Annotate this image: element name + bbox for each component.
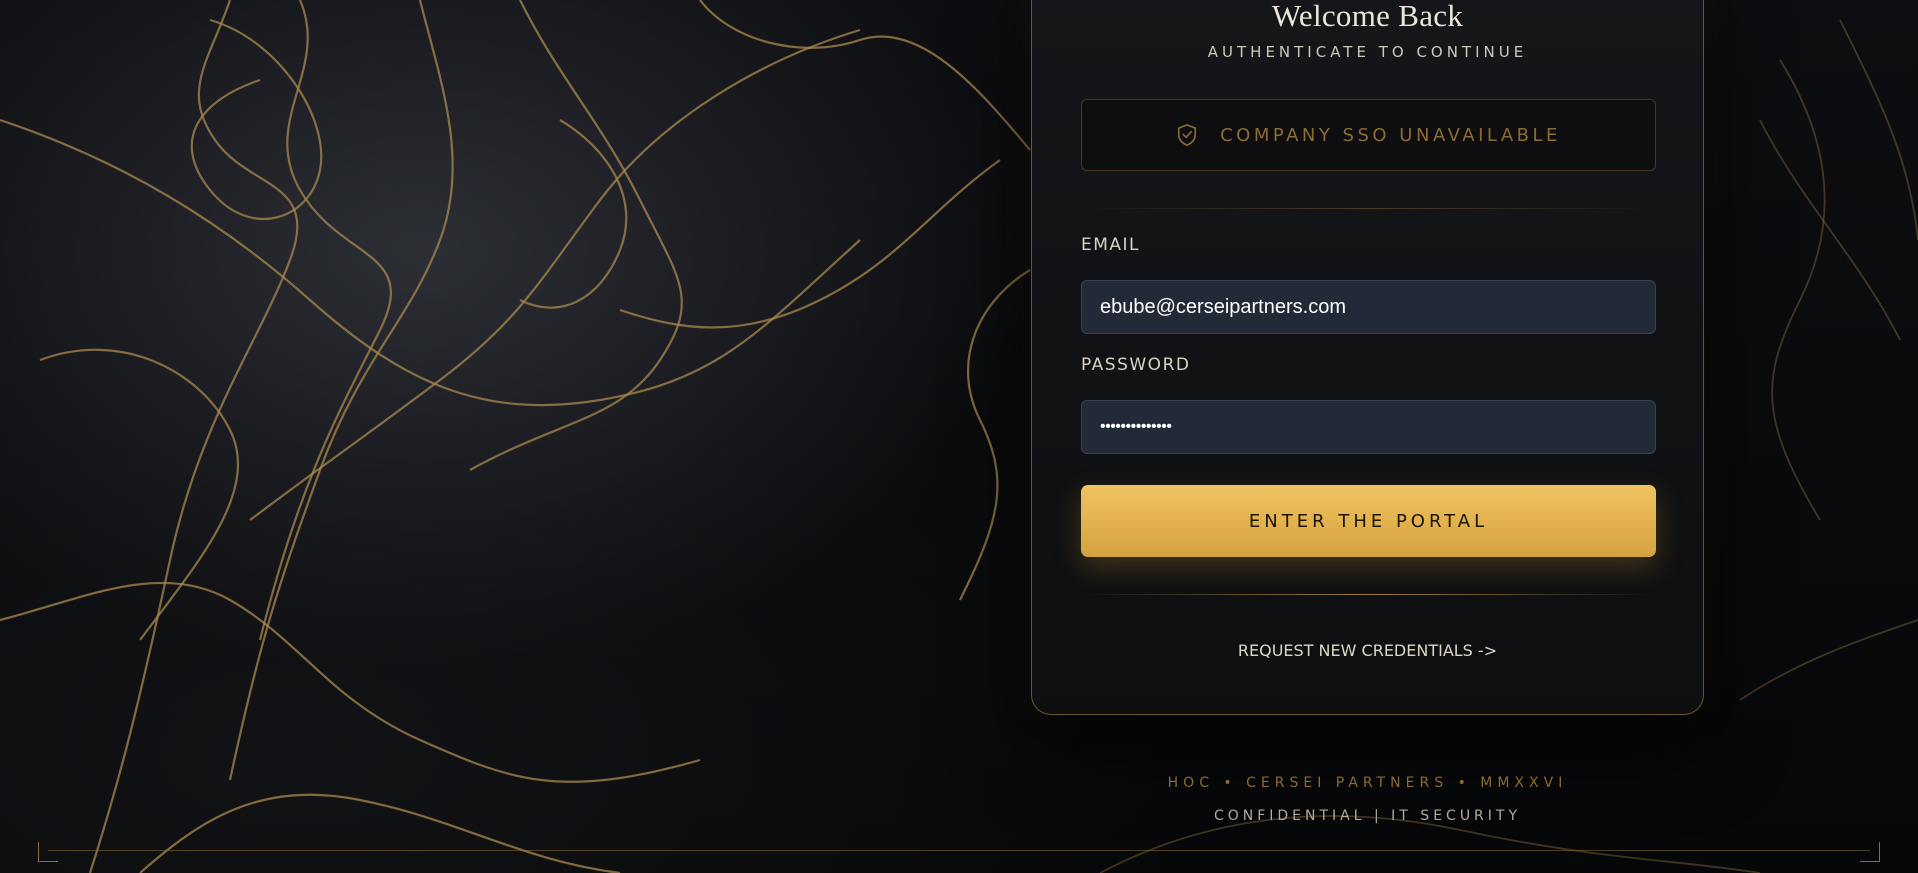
email-label: EMAIL bbox=[1081, 235, 1141, 255]
password-value: •••••••••••••• bbox=[1100, 418, 1172, 435]
page-title: Welcome Back bbox=[1271, 0, 1464, 33]
password-label: PASSWORD bbox=[1081, 355, 1191, 375]
password-field[interactable]: •••••••••••••• bbox=[1081, 400, 1656, 454]
login-card: Welcome Back AUTHENTICATE TO CONTINUE CO… bbox=[1031, 0, 1704, 715]
request-credentials-link[interactable]: REQUEST NEW CREDENTIALS -> bbox=[1032, 641, 1703, 660]
email-field[interactable]: ebube@cerseipartners.com bbox=[1081, 280, 1656, 334]
divider-gold bbox=[1081, 594, 1656, 595]
sso-button[interactable]: COMPANY SSO UNAVAILABLE bbox=[1081, 99, 1656, 171]
sso-label: COMPANY SSO UNAVAILABLE bbox=[1220, 124, 1561, 146]
page-subtitle: AUTHENTICATE TO CONTINUE bbox=[1207, 43, 1528, 61]
footer-brand: HOC • CERSEI PARTNERS • MMXXVI bbox=[1167, 775, 1568, 791]
corner-ornament-right bbox=[1860, 842, 1880, 862]
corner-ornament-left bbox=[38, 842, 58, 862]
footer-rule bbox=[48, 850, 1870, 851]
divider bbox=[1081, 208, 1656, 209]
footer-confidential: CONFIDENTIAL | IT SECURITY bbox=[1213, 808, 1522, 824]
email-value: ebube@cerseipartners.com bbox=[1100, 295, 1346, 318]
enter-portal-button[interactable]: ENTER THE PORTAL bbox=[1081, 485, 1656, 557]
shield-check-icon bbox=[1178, 124, 1197, 146]
